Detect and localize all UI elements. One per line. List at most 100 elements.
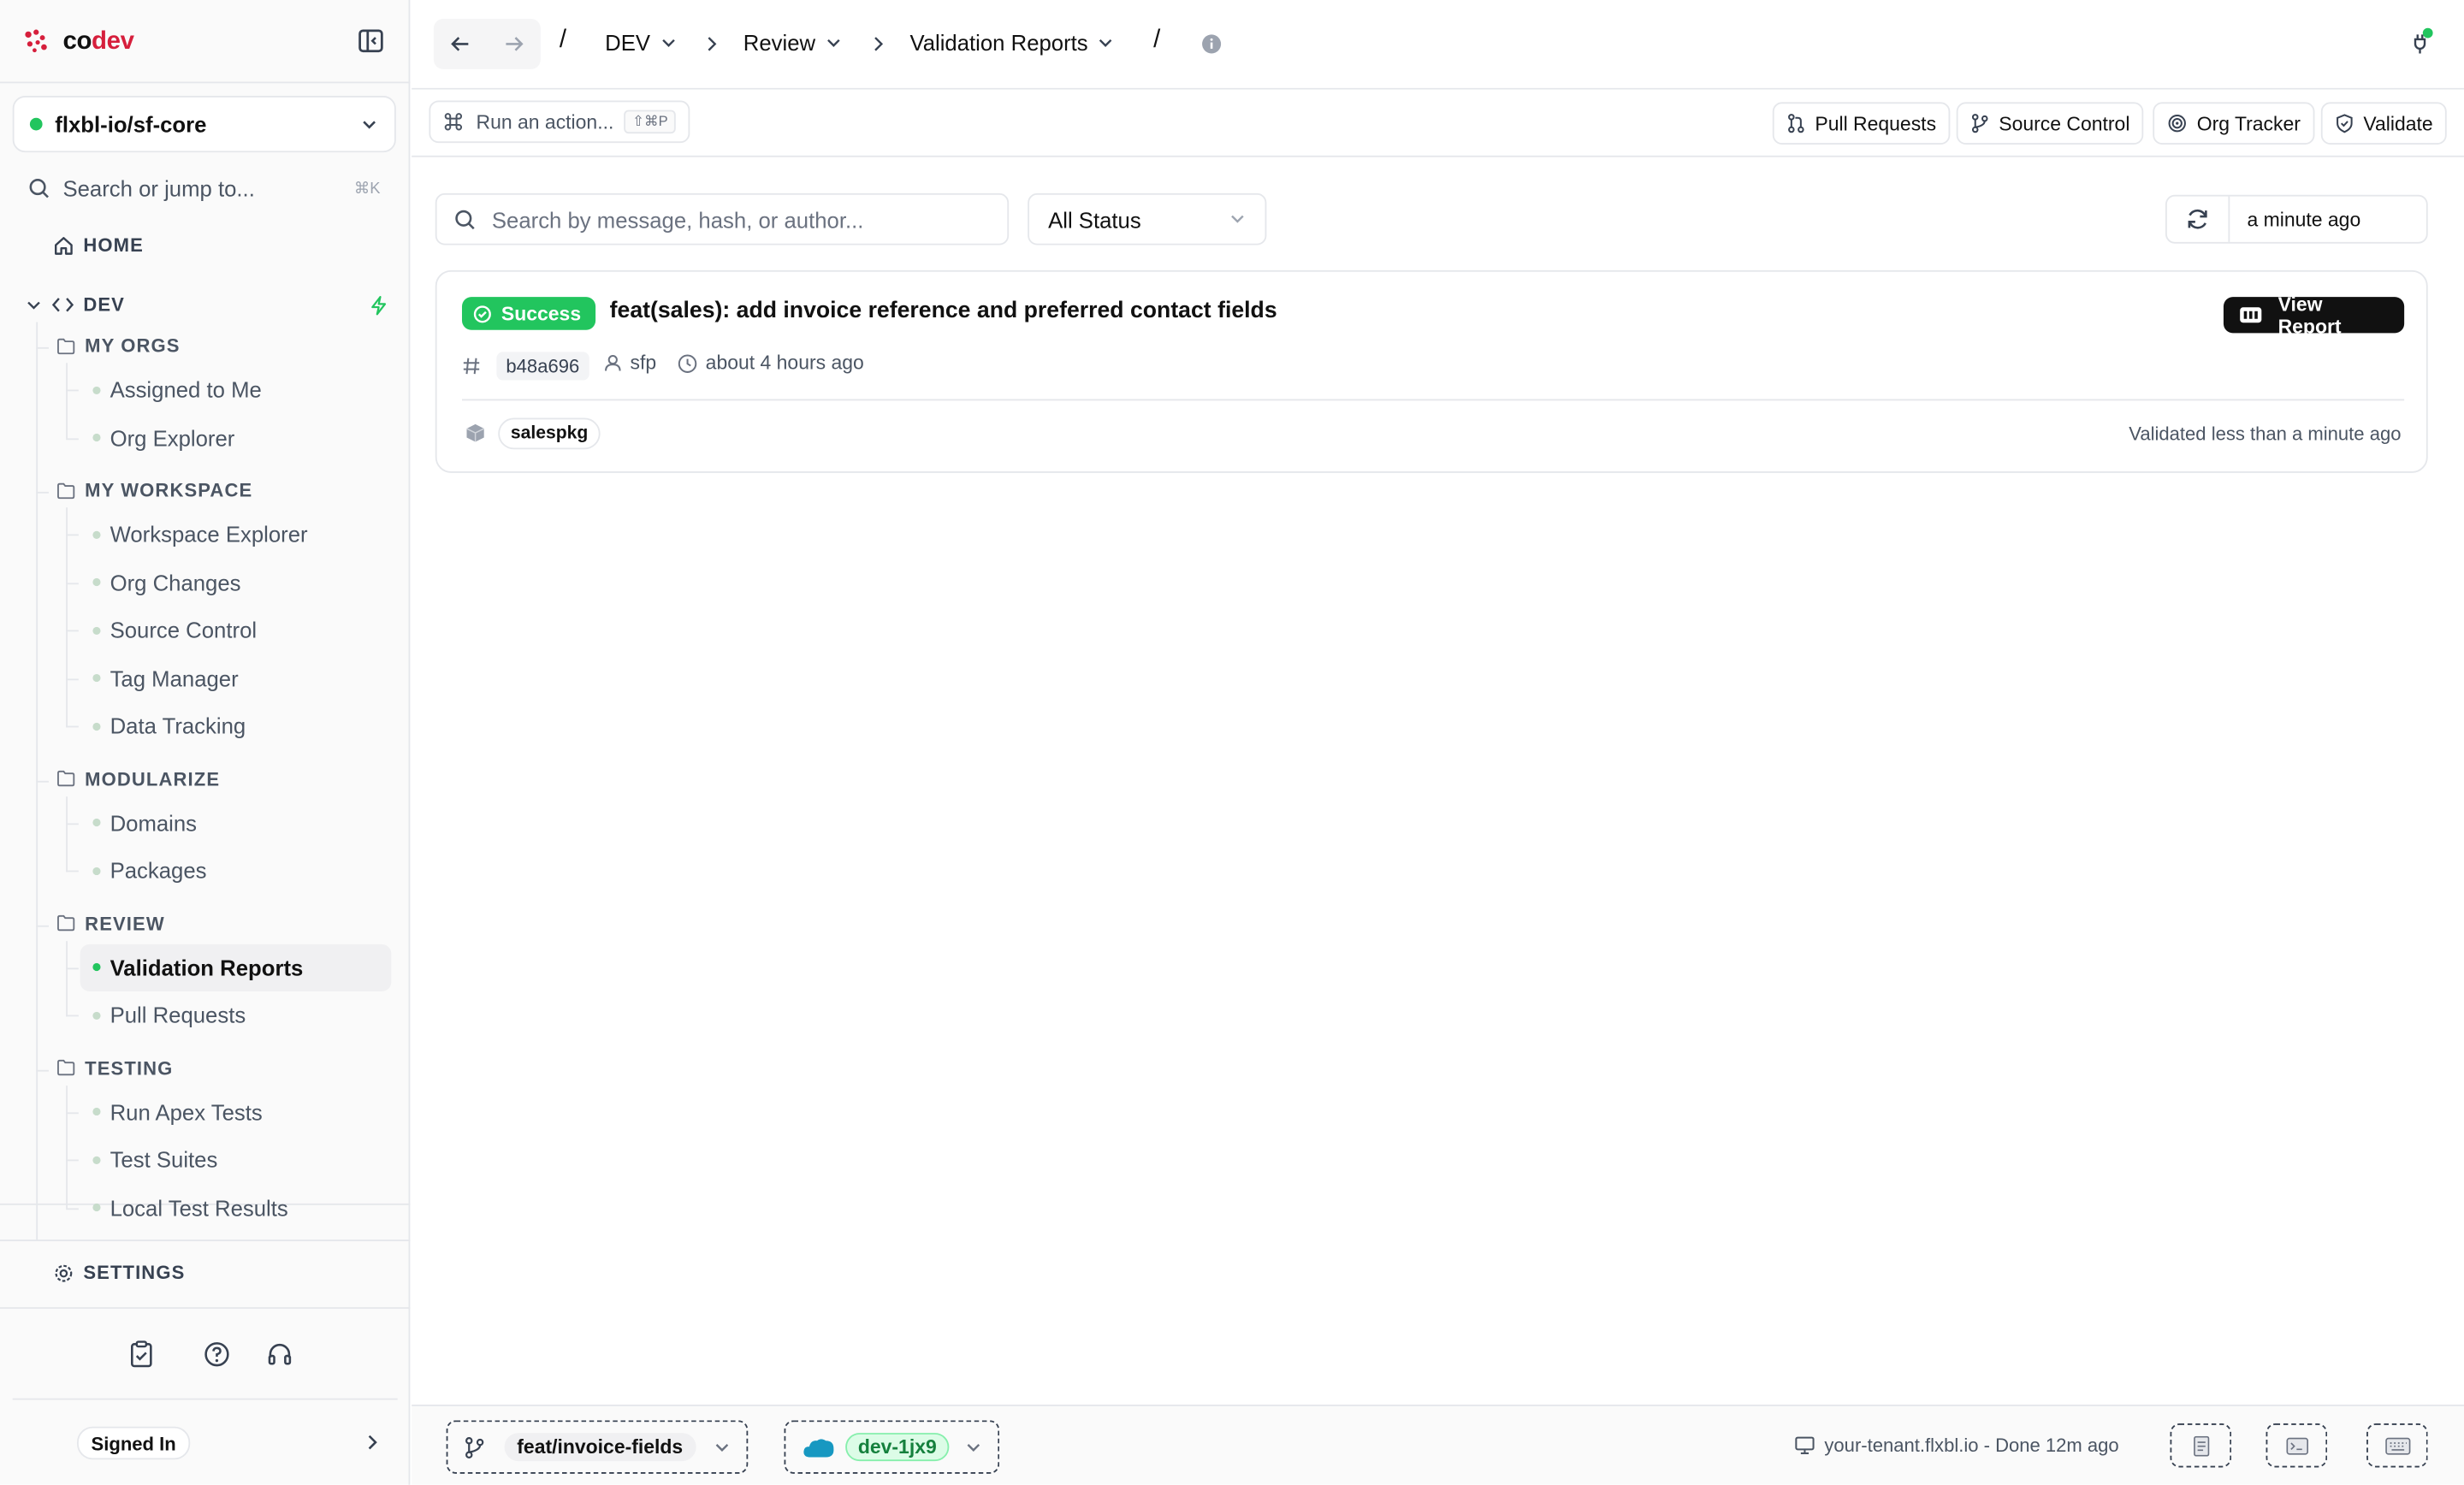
nav-dev[interactable]: DEV bbox=[25, 293, 125, 316]
org-selector[interactable]: flxbl-io/sf-core bbox=[12, 96, 396, 153]
nav-home-label: HOME bbox=[83, 234, 144, 257]
run-action-button[interactable]: Run an action... ⇧⌘P bbox=[429, 100, 690, 144]
headset-icon[interactable] bbox=[264, 1339, 296, 1370]
nav-section-my-workspace[interactable]: MY WORKSPACE bbox=[56, 479, 252, 501]
git-branch-icon bbox=[1971, 114, 1988, 133]
arrow-left-icon[interactable] bbox=[449, 33, 471, 56]
sidebar-item-org-explorer[interactable]: Org Explorer bbox=[80, 414, 392, 461]
sidebar-item-validation-reports[interactable]: Validation Reports bbox=[80, 943, 392, 991]
sidebar-item-label: Run Apex Tests bbox=[110, 1098, 263, 1125]
logs-panel-button[interactable] bbox=[2170, 1423, 2232, 1468]
sidebar-item-label: Validation Reports bbox=[110, 954, 304, 980]
clock-icon bbox=[678, 353, 697, 373]
nav-section-my-orgs[interactable]: MY ORGS bbox=[56, 334, 180, 357]
brand[interactable]: codev bbox=[22, 22, 134, 63]
tree-connector bbox=[66, 582, 79, 584]
tree-line bbox=[66, 363, 68, 439]
tree-connector bbox=[66, 967, 79, 969]
chevron-right-icon[interactable] bbox=[363, 1431, 382, 1453]
sidebar-item-test-suites[interactable]: Test Suites bbox=[80, 1136, 392, 1183]
org-tracker-button[interactable]: Org Tracker bbox=[2153, 102, 2315, 145]
sidebar-item-local-test-results[interactable]: Local Test Results bbox=[80, 1184, 392, 1231]
arrow-right-icon[interactable] bbox=[503, 33, 525, 56]
sidebar-item-label: Data Tracking bbox=[110, 713, 246, 739]
sidebar-item-data-tracking[interactable]: Data Tracking bbox=[80, 702, 392, 749]
report-search-placeholder: Search by message, hash, or author... bbox=[491, 206, 864, 232]
help-icon[interactable] bbox=[201, 1339, 233, 1370]
user-icon bbox=[605, 355, 621, 371]
clipboard-check-icon[interactable] bbox=[126, 1339, 157, 1370]
jump-search[interactable]: Search or jump to... ⌘K bbox=[13, 167, 396, 210]
tree-connector bbox=[36, 491, 49, 494]
sidebar-item-workspace-explorer[interactable]: Workspace Explorer bbox=[80, 511, 392, 558]
nav-home[interactable]: HOME bbox=[53, 234, 144, 257]
nav-section-label: TESTING bbox=[85, 1056, 174, 1079]
org-tracker-label: Org Tracker bbox=[2196, 112, 2301, 135]
connection-plug-icon[interactable] bbox=[2404, 25, 2438, 59]
refresh-icon bbox=[2188, 209, 2207, 229]
breadcrumb-dev[interactable]: DEV bbox=[605, 30, 677, 55]
branch-selector[interactable]: feat/invoice-fields bbox=[446, 1420, 749, 1474]
sidebar-item-pull-requests[interactable]: Pull Requests bbox=[80, 991, 392, 1038]
sidebar-item-source-control[interactable]: Source Control bbox=[80, 606, 392, 654]
sidebar-divider bbox=[0, 1239, 411, 1241]
salesforce-cloud-icon bbox=[803, 1438, 834, 1457]
status-filter-select[interactable]: All Status bbox=[1028, 192, 1267, 246]
folder-icon bbox=[57, 337, 75, 354]
nav-item-bullet bbox=[92, 433, 101, 442]
target-org-selector[interactable]: dev-1jx9 bbox=[784, 1420, 1000, 1474]
sidebar-item-tag-manager[interactable]: Tag Manager bbox=[80, 654, 392, 701]
tree-connector bbox=[66, 870, 79, 873]
commit-author-value: sfp bbox=[630, 352, 657, 375]
refresh-button[interactable] bbox=[2167, 196, 2230, 242]
info-icon[interactable] bbox=[1200, 33, 1223, 56]
pull-requests-label: Pull Requests bbox=[1815, 112, 1937, 135]
chevron-down-icon bbox=[715, 1443, 729, 1452]
status-badge-label: Success bbox=[500, 302, 582, 325]
nav-item-bullet bbox=[92, 1155, 101, 1164]
sidebar-item-run-apex-tests[interactable]: Run Apex Tests bbox=[80, 1088, 392, 1135]
sidebar-item-domains[interactable]: Domains bbox=[80, 799, 392, 846]
signed-in-badge[interactable]: Signed In bbox=[76, 1426, 191, 1460]
commit-time: about 4 hours ago bbox=[678, 352, 864, 374]
tree-connector bbox=[66, 677, 79, 680]
validation-report-card[interactable]: Success feat(sales): add invoice referen… bbox=[435, 269, 2428, 473]
sidebar-item-label: Org Explorer bbox=[110, 424, 235, 451]
sidebar-collapse-icon[interactable] bbox=[355, 27, 387, 55]
nav-section-label: MODULARIZE bbox=[85, 767, 221, 790]
breadcrumb-review[interactable]: Review bbox=[743, 30, 843, 55]
target-icon bbox=[2168, 114, 2186, 133]
nav-section-modularize[interactable]: MODULARIZE bbox=[56, 767, 220, 790]
nav-item-bullet bbox=[92, 866, 101, 875]
sidebar-item-org-changes[interactable]: Org Changes bbox=[80, 559, 392, 606]
keyboard-shortcuts-button[interactable] bbox=[2366, 1423, 2428, 1468]
view-report-button[interactable]: View Report bbox=[2223, 293, 2405, 337]
breadcrumb-validation-reports[interactable]: Validation Reports bbox=[909, 30, 1114, 55]
sidebar-item-label: Source Control bbox=[110, 617, 258, 643]
nav-item-bullet bbox=[92, 625, 101, 635]
source-control-button[interactable]: Source Control bbox=[1956, 102, 2144, 145]
command-icon bbox=[444, 113, 463, 131]
package-chip[interactable]: salespkg bbox=[498, 417, 601, 450]
sidebar-item-packages[interactable]: Packages bbox=[80, 847, 392, 894]
report-search-input[interactable]: Search by message, hash, or author... bbox=[435, 192, 1010, 246]
run-action-label: Run an action... bbox=[476, 110, 614, 133]
pull-requests-button[interactable]: Pull Requests bbox=[1772, 102, 1951, 145]
nav-section-review[interactable]: REVIEW bbox=[56, 912, 165, 934]
tree-line bbox=[66, 796, 68, 872]
chevron-down-icon bbox=[967, 1443, 980, 1452]
code-icon bbox=[51, 298, 74, 312]
document-icon bbox=[2193, 1435, 2209, 1456]
card-divider bbox=[461, 399, 2405, 401]
nav-section-testing[interactable]: TESTING bbox=[56, 1056, 173, 1079]
sidebar-item-label: Pull Requests bbox=[110, 1002, 246, 1028]
validate-button[interactable]: Validate bbox=[2320, 102, 2448, 145]
shield-check-icon bbox=[2337, 114, 2353, 133]
terminal-panel-button[interactable] bbox=[2266, 1423, 2328, 1468]
nav-settings[interactable]: SETTINGS bbox=[53, 1262, 185, 1284]
gear-icon bbox=[55, 1263, 73, 1281]
chevron-down-icon bbox=[27, 300, 40, 309]
sidebar-item-label: Workspace Explorer bbox=[110, 521, 308, 547]
sidebar-item-assigned-to-me[interactable]: Assigned to Me bbox=[80, 366, 392, 413]
org-name: flxbl-io/sf-core bbox=[55, 111, 207, 137]
